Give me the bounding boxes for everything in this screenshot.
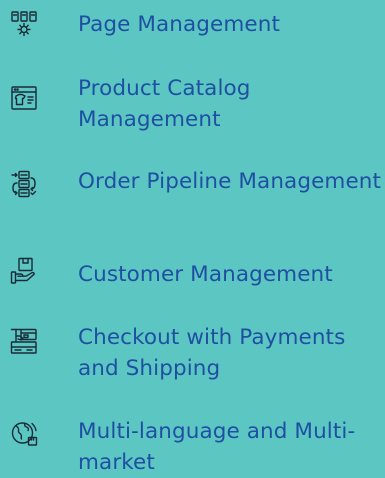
multi-language-globe-icon (10, 419, 38, 447)
order-pipeline-icon (10, 170, 38, 198)
feature-list: Page Management Product Catalog Manageme… (0, 0, 385, 477)
customer-management-icon (10, 257, 38, 285)
feature-label: Multi-language and Multi-market (78, 419, 356, 475)
feature-label: Product Catalog Management (78, 76, 251, 132)
feature-label: Page Management (78, 12, 281, 37)
feature-label: Order Pipeline Management (78, 169, 382, 194)
feature-label: Checkout with Payments and Shipping (78, 325, 346, 381)
page-management-icon (10, 10, 38, 38)
product-catalog-icon (10, 84, 38, 112)
checkout-payments-icon (10, 327, 38, 355)
feature-label: Customer Management (78, 262, 333, 287)
